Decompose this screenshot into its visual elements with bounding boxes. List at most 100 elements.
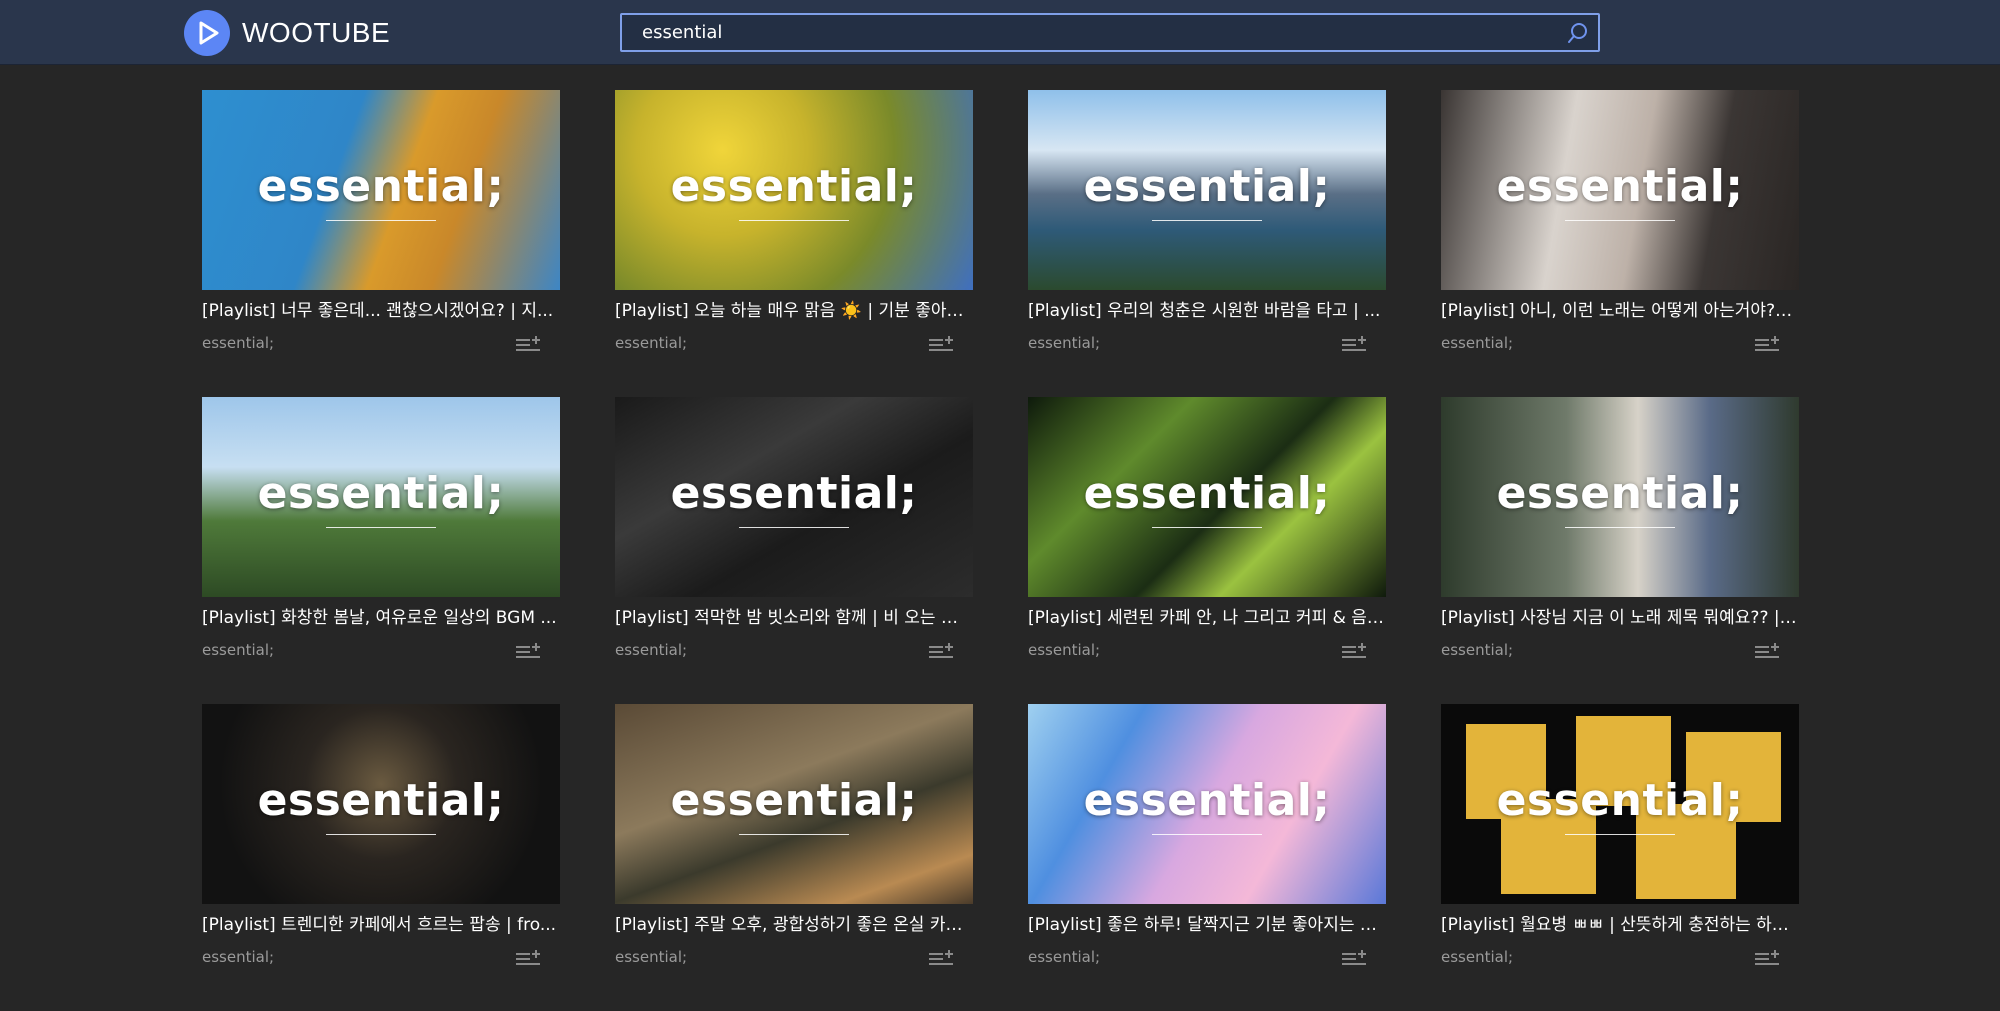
add-to-playlist-button[interactable] (1340, 946, 1368, 968)
video-title[interactable]: [Playlist] 사장님 지금 이 노래 제목 뭐예요?? | ... (1441, 607, 1799, 629)
video-thumbnail[interactable]: essential; (615, 704, 973, 904)
video-title[interactable]: [Playlist] 화창한 봄날, 여유로운 일상의 BGM ... (202, 607, 560, 629)
thumbnail-text: essential; (1083, 774, 1331, 826)
thumbnail-text: essential; (1496, 467, 1744, 519)
video-card[interactable]: essential; [Playlist] 너무 좋은데... 괜찮으시겠어요?… (202, 90, 560, 380)
video-meta: essential; (202, 332, 542, 354)
video-thumbnail[interactable]: essential; (202, 704, 560, 904)
video-thumbnail[interactable]: essential; (1028, 90, 1386, 290)
video-card[interactable]: essential; [Playlist] 좋은 하루! 달짝지근 기분 좋아지… (1028, 704, 1386, 994)
playlist-add-icon (516, 950, 540, 965)
video-title[interactable]: [Playlist] 좋은 하루! 달짝지근 기분 좋아지는 D... (1028, 914, 1386, 936)
video-card[interactable]: essential; [Playlist] 주말 오후, 광합성하기 좋은 온실… (615, 704, 973, 994)
video-title[interactable]: [Playlist] 너무 좋은데... 괜찮으시겠어요? | 지... (202, 300, 560, 322)
playlist-add-icon (516, 643, 540, 658)
channel-name[interactable]: essential; (202, 334, 274, 352)
add-to-playlist-button[interactable] (1753, 946, 1781, 968)
add-to-playlist-button[interactable] (514, 332, 542, 354)
video-meta: essential; (1441, 639, 1781, 661)
thumbnail-text: essential; (257, 774, 505, 826)
channel-name[interactable]: essential; (615, 948, 687, 966)
video-meta: essential; (1441, 332, 1781, 354)
playlist-add-icon (1342, 950, 1366, 965)
video-thumbnail[interactable]: essential; (202, 90, 560, 290)
video-thumbnail[interactable]: essential; (202, 397, 560, 597)
video-card[interactable]: essential; [Playlist] 오늘 하늘 매우 맑음 ☀️ | 기… (615, 90, 973, 380)
thumbnail-text: essential; (257, 160, 505, 212)
add-to-playlist-button[interactable] (1340, 332, 1368, 354)
video-meta: essential; (1028, 332, 1368, 354)
channel-name[interactable]: essential; (1441, 334, 1513, 352)
playlist-add-icon (1755, 643, 1779, 658)
channel-name[interactable]: essential; (1441, 641, 1513, 659)
thumbnail-text: essential; (1083, 467, 1331, 519)
video-card[interactable]: essential; [Playlist] 적막한 밤 빗소리와 함께 | 비 … (615, 397, 973, 687)
video-meta: essential; (202, 946, 542, 968)
channel-name[interactable]: essential; (202, 948, 274, 966)
app-logo[interactable]: WOOTUBE (184, 10, 390, 56)
playlist-add-icon (1342, 643, 1366, 658)
thumbnail-text: essential; (1083, 160, 1331, 212)
thumbnail-text: essential; (1496, 774, 1744, 826)
video-title[interactable]: [Playlist] 우리의 청춘은 시원한 바람을 타고 | ... (1028, 300, 1386, 322)
thumbnail-underline (326, 220, 436, 221)
play-icon (184, 10, 230, 56)
thumbnail-text: essential; (670, 774, 918, 826)
video-thumbnail[interactable]: essential; (615, 397, 973, 597)
video-title[interactable]: [Playlist] 주말 오후, 광합성하기 좋은 온실 카페... (615, 914, 973, 936)
logo-text: WOOTUBE (242, 17, 391, 48)
video-meta: essential; (615, 946, 955, 968)
add-to-playlist-button[interactable] (514, 946, 542, 968)
channel-name[interactable]: essential; (1028, 641, 1100, 659)
video-title[interactable]: [Playlist] 트렌디한 카페에서 흐르는 팝송 | fro... (202, 914, 560, 936)
video-thumbnail[interactable]: essential; (1441, 90, 1799, 290)
search-button[interactable] (1558, 15, 1598, 50)
video-title[interactable]: [Playlist] 오늘 하늘 매우 맑음 ☀️ | 기분 좋아지... (615, 300, 973, 322)
video-card[interactable]: essential; [Playlist] 우리의 청춘은 시원한 바람을 타고… (1028, 90, 1386, 380)
add-to-playlist-button[interactable] (927, 639, 955, 661)
video-card[interactable]: essential; [Playlist] 월요병 ㅃㅃ | 산뜻하게 충전하는… (1441, 704, 1799, 994)
playlist-add-icon (1342, 336, 1366, 351)
thumbnail-underline (739, 220, 849, 221)
thumbnail-underline (1565, 834, 1675, 835)
search-input[interactable] (622, 15, 1558, 50)
add-to-playlist-button[interactable] (927, 946, 955, 968)
video-meta: essential; (1028, 639, 1368, 661)
add-to-playlist-button[interactable] (1340, 639, 1368, 661)
video-title[interactable]: [Playlist] 아니, 이런 노래는 어떻게 아는거야?? ... (1441, 300, 1799, 322)
video-thumbnail[interactable]: essential; (1441, 397, 1799, 597)
thumbnail-text: essential; (257, 467, 505, 519)
thumbnail-underline (739, 527, 849, 528)
channel-name[interactable]: essential; (1028, 948, 1100, 966)
thumbnail-underline (1565, 527, 1675, 528)
playlist-add-icon (929, 643, 953, 658)
video-title[interactable]: [Playlist] 세련된 카페 안, 나 그리고 커피 & 음악... (1028, 607, 1386, 629)
video-thumbnail[interactable]: essential; (615, 90, 973, 290)
add-to-playlist-button[interactable] (1753, 639, 1781, 661)
video-thumbnail[interactable]: essential; (1028, 704, 1386, 904)
channel-name[interactable]: essential; (1441, 948, 1513, 966)
add-to-playlist-button[interactable] (927, 332, 955, 354)
add-to-playlist-button[interactable] (514, 639, 542, 661)
add-to-playlist-button[interactable] (1753, 332, 1781, 354)
video-card[interactable]: essential; [Playlist] 아니, 이런 노래는 어떻게 아는거… (1441, 90, 1799, 380)
channel-name[interactable]: essential; (202, 641, 274, 659)
video-title[interactable]: [Playlist] 적막한 밤 빗소리와 함께 | 비 오는 날, ... (615, 607, 973, 629)
video-card[interactable]: essential; [Playlist] 트렌디한 카페에서 흐르는 팝송 |… (202, 704, 560, 994)
video-thumbnail[interactable]: essential; (1441, 704, 1799, 904)
video-card[interactable]: essential; [Playlist] 사장님 지금 이 노래 제목 뭐예요… (1441, 397, 1799, 687)
video-card[interactable]: essential; [Playlist] 세련된 카페 안, 나 그리고 커피… (1028, 397, 1386, 687)
playlist-add-icon (516, 336, 540, 351)
video-meta: essential; (202, 639, 542, 661)
thumbnail-text: essential; (670, 467, 918, 519)
video-title[interactable]: [Playlist] 월요병 ㅃㅃ | 산뜻하게 충전하는 하루... (1441, 914, 1799, 936)
channel-name[interactable]: essential; (615, 334, 687, 352)
channel-name[interactable]: essential; (615, 641, 687, 659)
search-icon (1568, 22, 1587, 43)
channel-name[interactable]: essential; (1028, 334, 1100, 352)
video-thumbnail[interactable]: essential; (1028, 397, 1386, 597)
video-grid: essential; [Playlist] 너무 좋은데... 괜찮으시겠어요?… (202, 90, 1799, 1011)
thumbnail-underline (1152, 834, 1262, 835)
thumbnail-underline (326, 834, 436, 835)
video-card[interactable]: essential; [Playlist] 화창한 봄날, 여유로운 일상의 B… (202, 397, 560, 687)
